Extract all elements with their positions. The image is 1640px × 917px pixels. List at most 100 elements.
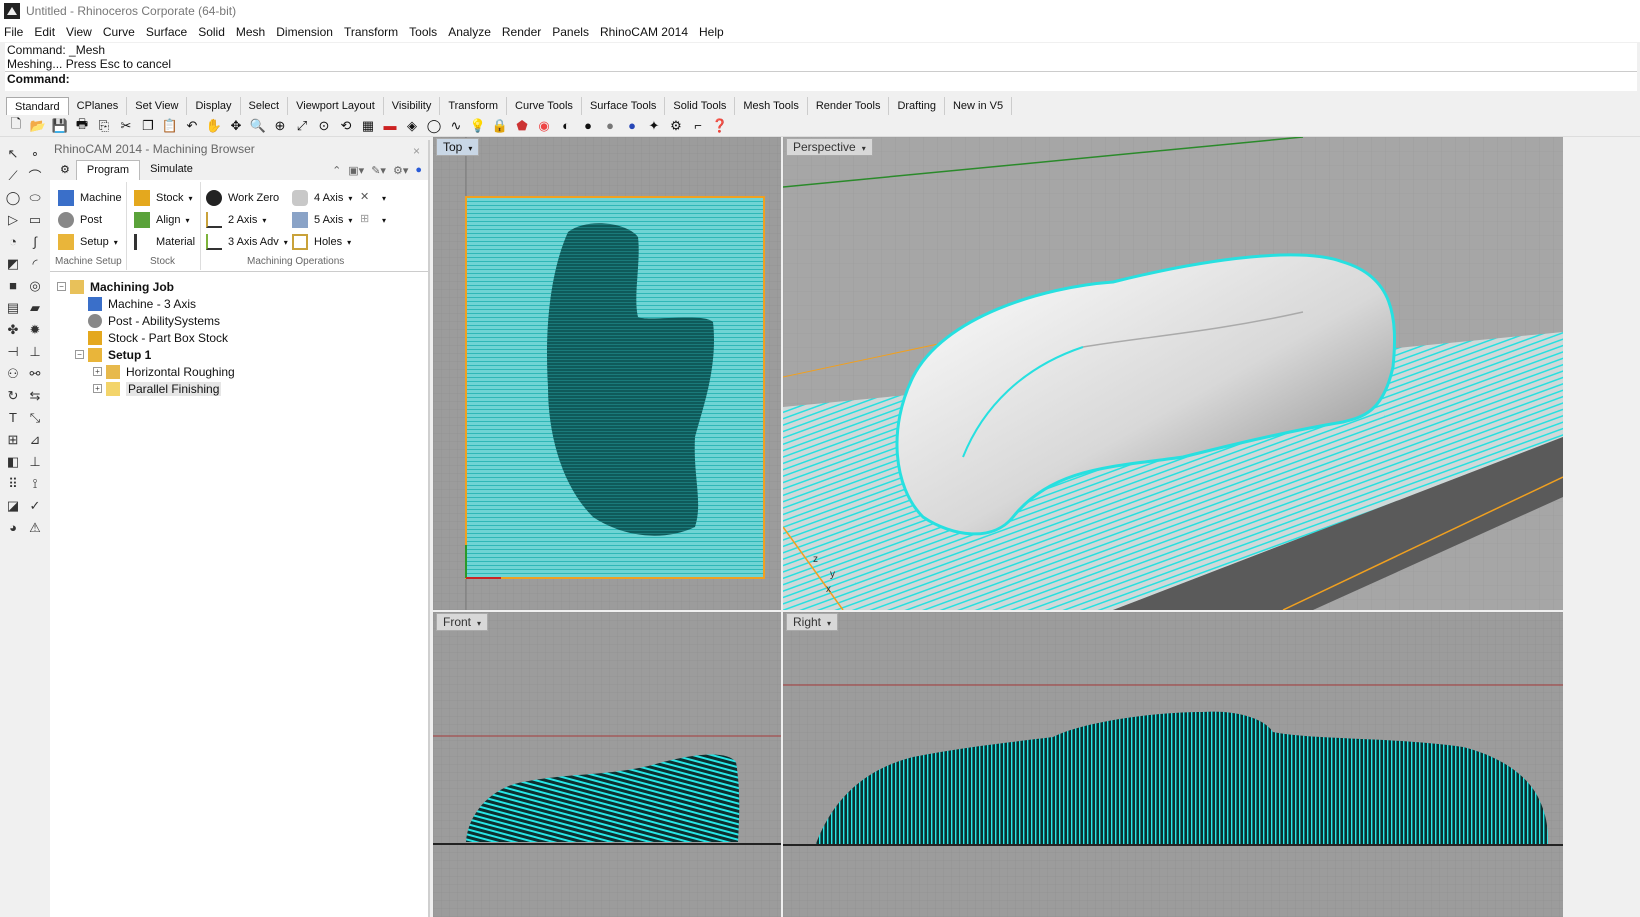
material-icon[interactable]: ⬟ xyxy=(512,117,532,135)
blue-sphere-icon[interactable]: ● xyxy=(622,117,642,135)
cylinder-tool-icon[interactable]: ▤ xyxy=(3,298,23,317)
command-prompt[interactable]: Command: xyxy=(5,71,1637,86)
material-button[interactable]: Material xyxy=(134,232,195,252)
viewport-top[interactable]: Top ▾ xyxy=(433,137,781,610)
machine-button[interactable]: Machine xyxy=(58,188,122,208)
viewport-perspective[interactable]: z y x Perspective ▾ xyxy=(783,137,1563,610)
align-button[interactable]: Align ▾ xyxy=(134,210,189,230)
viewport-label-right[interactable]: Right ▾ xyxy=(786,613,839,631)
move-icon[interactable]: ✥ xyxy=(226,117,246,135)
collapse-toggle-icon[interactable]: − xyxy=(75,350,84,359)
rectangle-tool-icon[interactable]: ▭ xyxy=(25,210,45,229)
viewport-label-top[interactable]: Top ▾ xyxy=(436,138,480,156)
menu-panels[interactable]: Panels xyxy=(552,25,589,39)
menu-rhinocam[interactable]: RhinoCAM 2014 xyxy=(600,25,688,39)
tool-settings-button[interactable]: ⊞ ▾ xyxy=(360,210,386,230)
open-file-icon[interactable]: 📂 xyxy=(28,117,48,135)
tab-standard[interactable]: Standard xyxy=(6,97,69,115)
front-view-canvas[interactable] xyxy=(433,612,781,917)
new-file-icon[interactable]: 🗋 xyxy=(6,116,26,135)
tab-surface-tools[interactable]: Surface Tools xyxy=(582,97,666,115)
surface-tool-icon[interactable]: ◩ xyxy=(3,254,23,273)
ellipse-tool-icon[interactable]: ⬭ xyxy=(25,188,45,207)
settings-gear-icon[interactable]: ⚙▾ xyxy=(393,164,408,177)
collapse-toggle-icon[interactable]: − xyxy=(57,282,66,291)
boolean-tool-icon[interactable]: ◎ xyxy=(25,276,45,295)
right-view-canvas[interactable] xyxy=(783,612,1563,917)
light-icon[interactable]: ✦ xyxy=(644,117,664,135)
tab-curve-tools[interactable]: Curve Tools xyxy=(507,97,582,115)
curve-icon[interactable]: ∿ xyxy=(446,117,466,135)
box-tool-icon[interactable]: ■ xyxy=(3,276,23,295)
tree-node-stock[interactable]: Stock - Part Box Stock xyxy=(88,329,228,346)
paste-icon[interactable]: 📋 xyxy=(160,117,180,135)
light-tool-icon[interactable]: ⚠ xyxy=(25,518,45,537)
menu-dimension[interactable]: Dimension xyxy=(276,25,333,39)
extend-tool-icon[interactable]: ⊣ xyxy=(3,342,23,361)
array-tool-icon[interactable]: ⊞ xyxy=(3,430,23,449)
three-axis-adv-button[interactable]: 3 Axis Adv ▾ xyxy=(206,232,288,252)
close-icon[interactable]: × xyxy=(413,142,420,160)
shaded-sphere-icon[interactable]: ◐ xyxy=(556,117,576,135)
viewport-front[interactable]: Front ▾ xyxy=(433,612,781,917)
explode-tool-icon[interactable]: ✹ xyxy=(25,320,45,339)
menu-analyze[interactable]: Analyze xyxy=(448,25,491,39)
plane-tool-icon[interactable]: ▰ xyxy=(25,298,45,317)
post-button[interactable]: Post xyxy=(58,210,102,230)
group-tool-icon[interactable]: ⚇ xyxy=(3,364,23,383)
circle-icon[interactable]: ◯ xyxy=(424,117,444,135)
tab-render-tools[interactable]: Render Tools xyxy=(808,97,890,115)
stock-button[interactable]: Stock ▾ xyxy=(134,188,193,208)
layer-icon[interactable]: ◈ xyxy=(402,117,422,135)
help-icon[interactable]: ❓ xyxy=(710,117,730,135)
rhinocam-logo-icon[interactable]: ⚙ xyxy=(54,160,76,180)
polygon-tool-icon[interactable]: ▷ xyxy=(3,210,23,229)
pan-hand-icon[interactable]: ✋ xyxy=(204,117,224,135)
rotate-view-icon[interactable]: ⟲ xyxy=(336,117,356,135)
options-gear-icon[interactable]: ⚙ xyxy=(666,117,686,135)
fillet-tool-icon[interactable]: ◜ xyxy=(25,254,45,273)
help-circle-icon[interactable]: ● xyxy=(415,164,422,176)
holes-button[interactable]: Holes ▾ xyxy=(292,232,351,252)
car-icon[interactable]: ▬ xyxy=(380,117,400,135)
cage-tool-icon[interactable]: ⟟ xyxy=(25,474,45,493)
copy-file-icon[interactable]: ⎘ xyxy=(94,117,114,135)
polyline-icon[interactable]: ⟋ xyxy=(3,166,23,185)
tab-simulate[interactable]: Simulate xyxy=(140,160,203,180)
viewport-right[interactable]: Right ▾ xyxy=(783,612,1563,917)
tree-node-parallel-finishing[interactable]: Parallel Finishing xyxy=(106,380,222,397)
undo-icon[interactable]: ↶ xyxy=(182,117,202,135)
collapse-icon[interactable]: ⌃ xyxy=(332,164,341,177)
circle-tool-icon[interactable]: ◯ xyxy=(3,188,23,207)
tab-drafting[interactable]: Drafting xyxy=(889,97,945,115)
curve-points-icon[interactable]: ⌒ xyxy=(25,166,45,185)
join-tool-icon[interactable]: ⚯ xyxy=(25,364,45,383)
perspective-view-canvas[interactable]: z y x xyxy=(783,137,1563,610)
render-sphere-icon[interactable]: ● xyxy=(578,117,598,135)
check-tool-icon[interactable]: ✓ xyxy=(25,496,45,515)
mesh-tool-icon[interactable]: ✤ xyxy=(3,320,23,339)
arc-tool-icon[interactable]: ◔ xyxy=(3,232,23,251)
tree-node-post[interactable]: Post - AbilitySystems xyxy=(88,312,220,329)
viewport-label-perspective[interactable]: Perspective ▾ xyxy=(786,138,873,156)
tree-node-setup[interactable]: Setup 1 xyxy=(88,346,151,363)
view-options-icon[interactable]: ▣▾ xyxy=(348,164,364,177)
copy-icon[interactable]: ❐ xyxy=(138,117,158,135)
tab-cplanes[interactable]: CPlanes xyxy=(69,97,128,115)
tab-viewport-layout[interactable]: Viewport Layout xyxy=(288,97,384,115)
tool-options-icon[interactable]: ✎▾ xyxy=(371,164,386,177)
tab-select[interactable]: Select xyxy=(241,97,289,115)
menu-surface[interactable]: Surface xyxy=(146,25,187,39)
tab-display[interactable]: Display xyxy=(187,97,241,115)
menu-curve[interactable]: Curve xyxy=(103,25,135,39)
tab-new-in-v5[interactable]: New in V5 xyxy=(945,97,1013,115)
menu-help[interactable]: Help xyxy=(699,25,724,39)
zoom-extents-icon[interactable]: ⤢ xyxy=(292,117,312,135)
zoom-icon[interactable]: 🔍 xyxy=(248,117,268,135)
expand-toggle-icon[interactable]: + xyxy=(93,367,102,376)
tab-transform[interactable]: Transform xyxy=(440,97,508,115)
select-arrow-icon[interactable]: ↖ xyxy=(3,144,23,163)
solid-tool-icon[interactable]: ◧ xyxy=(3,452,23,471)
menu-tools[interactable]: Tools xyxy=(409,25,437,39)
orient-tool-icon[interactable]: ⊿ xyxy=(25,430,45,449)
